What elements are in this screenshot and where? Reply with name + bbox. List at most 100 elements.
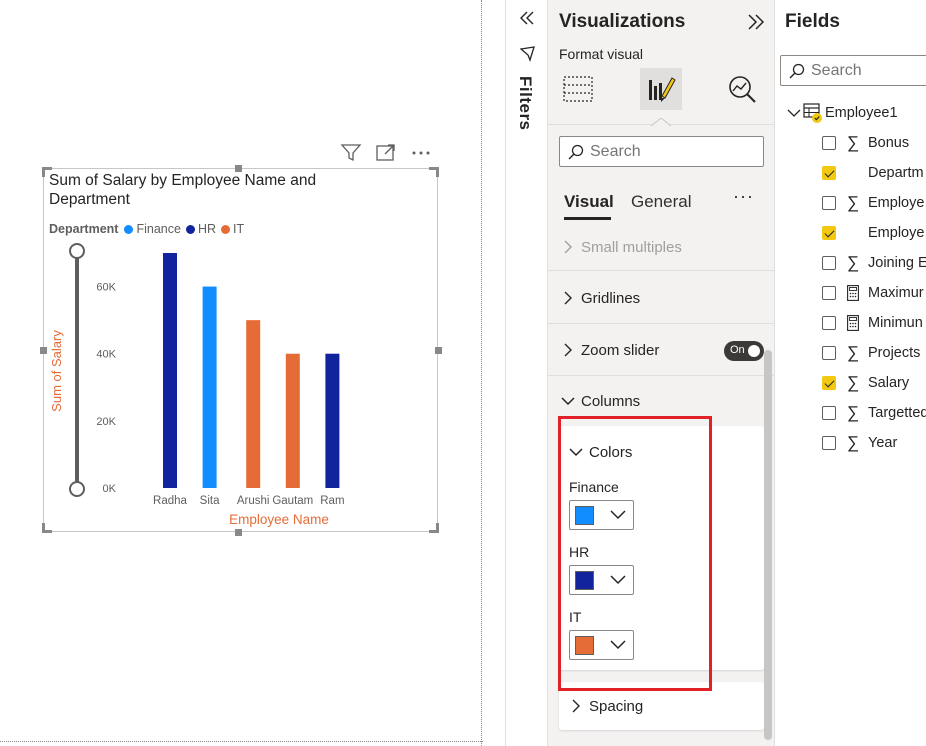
field-item[interactable]: ∑ Year	[822, 433, 897, 453]
format-search-box[interactable]	[559, 136, 764, 167]
field-checkbox[interactable]	[822, 166, 836, 180]
chevron-down-icon	[559, 393, 577, 409]
filters-label[interactable]: Filters	[515, 76, 535, 131]
x-axis-title: Employee Name	[229, 512, 329, 527]
color-picker-it[interactable]	[569, 630, 634, 660]
zoom-slider-toggle[interactable]: On	[724, 341, 764, 361]
chevron-right-icon	[559, 239, 577, 255]
colors-card: Colors Finance HR IT	[559, 426, 764, 670]
chart-plot: 0K 20K 40K 60K Sum of Salary Radha Sita Arushi G…	[49, 243, 345, 527]
field-item[interactable]: ∑ Projects	[822, 343, 920, 363]
zoom-slider-handle-bottom[interactable]	[69, 481, 85, 497]
bar-ram[interactable]	[325, 353, 340, 488]
field-item[interactable]: ∑ Employe	[822, 193, 924, 213]
field-checkbox[interactable]	[822, 256, 836, 270]
section-colors[interactable]: Colors	[567, 440, 757, 464]
analytics-tab[interactable]	[721, 68, 763, 110]
field-checkbox[interactable]	[822, 376, 836, 390]
format-visual-tab[interactable]	[640, 68, 682, 110]
report-canvas: Sum of Salary by Employee Name and Depar…	[0, 0, 483, 746]
field-label: Projects	[868, 345, 921, 361]
field-checkbox[interactable]	[822, 436, 836, 450]
field-item[interactable]: Maximur	[822, 283, 924, 303]
filters-pane-collapsed[interactable]: Filters	[505, 0, 547, 746]
calculator-icon	[846, 284, 860, 302]
section-gridlines[interactable]: Gridlines	[559, 286, 764, 310]
section-spacing[interactable]: Spacing	[567, 694, 757, 718]
y-tick-label: 40K	[96, 349, 116, 361]
color-picker-hr[interactable]	[569, 565, 634, 595]
bar-arushi[interactable]	[246, 320, 261, 488]
double-chevron-right-icon[interactable]	[745, 12, 767, 32]
section-gridlines-label: Gridlines	[581, 289, 641, 307]
field-item[interactable]: Departm	[822, 163, 924, 183]
tab-general[interactable]: General	[631, 192, 691, 212]
calculator-icon	[846, 314, 860, 332]
tab-visual[interactable]: Visual	[564, 192, 614, 212]
field-checkbox[interactable]	[822, 196, 836, 210]
sigma-icon: ∑	[846, 253, 860, 272]
section-spacing-label: Spacing	[589, 697, 644, 715]
chevron-right-icon	[559, 342, 577, 358]
table-employee1[interactable]: Employee1	[787, 103, 898, 123]
search-icon	[789, 63, 805, 78]
clustered-column-chart-visual[interactable]: Sum of Salary by Employee Name and Depar…	[40, 165, 442, 536]
double-chevron-left-icon[interactable]	[519, 10, 535, 26]
field-checkbox[interactable]	[822, 316, 836, 330]
field-label: Minimun	[868, 315, 923, 331]
filter-icon	[520, 46, 535, 62]
color-swatch	[575, 506, 594, 525]
filter-icon[interactable]	[340, 143, 362, 163]
section-divider	[548, 323, 775, 324]
section-small-multiples[interactable]: Small multiples	[559, 235, 764, 259]
build-visual-tab[interactable]	[557, 68, 599, 110]
field-item[interactable]: Minimun	[822, 313, 923, 333]
section-divider	[548, 270, 775, 271]
canvas-boundary-bottom	[0, 741, 483, 742]
section-zoom-slider[interactable]: Zoom slider	[559, 338, 719, 362]
sigma-icon: ∑	[846, 433, 860, 452]
search-icon	[568, 144, 584, 159]
color-hr-label: HR	[569, 544, 590, 560]
section-columns-label: Columns	[581, 392, 641, 410]
format-pane-scrollbar[interactable]	[764, 350, 772, 740]
bar-radha[interactable]	[163, 253, 177, 488]
chevron-down-icon	[610, 640, 626, 650]
field-label: Year	[868, 435, 898, 451]
active-tab-pointer	[651, 118, 671, 127]
chevron-down-icon	[567, 444, 585, 460]
field-item[interactable]: ∑ Joining E	[822, 253, 926, 273]
field-label: Targetted	[868, 405, 926, 421]
sigma-icon: ∑	[846, 133, 860, 152]
fields-title: Fields	[785, 11, 840, 32]
fields-pane: Fields Employee1 ∑ Bonus Departm ∑ Employe Em…	[774, 0, 926, 746]
field-label: Employe	[868, 195, 925, 211]
zoom-slider-toggle-state: On	[730, 344, 745, 356]
bar-gautam[interactable]	[285, 353, 300, 488]
more-options-icon[interactable]	[410, 143, 432, 163]
fields-search-box[interactable]	[780, 55, 926, 86]
field-item[interactable]: ∑ Bonus	[822, 133, 909, 153]
field-checkbox[interactable]	[822, 226, 836, 240]
field-item[interactable]: ∑ Salary	[822, 373, 909, 393]
field-label: Maximur	[868, 285, 924, 301]
field-checkbox[interactable]	[822, 286, 836, 300]
y-axis-title: Sum of Salary	[49, 330, 64, 412]
field-checkbox[interactable]	[822, 136, 836, 150]
field-item[interactable]: ∑ Targetted	[822, 403, 926, 423]
zoom-slider-handle-top[interactable]	[69, 243, 85, 259]
focus-mode-icon[interactable]	[375, 143, 397, 163]
bar-sita[interactable]	[202, 286, 217, 488]
field-item[interactable]: Employe	[822, 223, 924, 243]
tab-visual-underline	[564, 217, 611, 220]
field-checkbox[interactable]	[822, 346, 836, 360]
fields-search-input[interactable]	[811, 61, 926, 80]
chevron-right-icon	[567, 698, 585, 714]
field-checkbox[interactable]	[822, 406, 836, 420]
chevron-down-icon	[787, 109, 801, 117]
format-search-input[interactable]	[590, 142, 750, 161]
section-columns[interactable]: Columns	[559, 389, 764, 413]
color-picker-finance[interactable]	[569, 500, 634, 530]
more-options-icon[interactable]: ···	[733, 186, 754, 207]
analytics-icon	[729, 76, 756, 103]
